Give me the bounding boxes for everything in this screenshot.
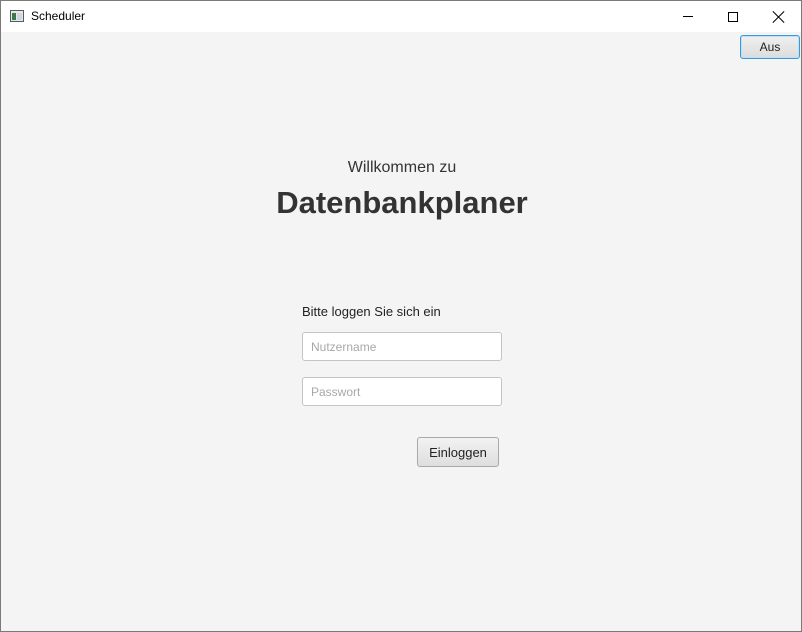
title-bar[interactable]: Scheduler (1, 1, 801, 32)
app-window: Scheduler Aus Willkommen zu Datenbankpla… (0, 0, 802, 632)
maximize-button[interactable] (710, 1, 756, 32)
username-input[interactable] (302, 332, 502, 361)
app-window-icon (10, 10, 24, 22)
minimize-button[interactable] (665, 1, 711, 32)
password-input[interactable] (302, 377, 502, 406)
minimize-icon (683, 16, 693, 17)
close-button[interactable] (756, 1, 802, 32)
login-prompt: Bitte loggen Sie sich ein (302, 304, 441, 319)
logout-button[interactable]: Aus (740, 35, 800, 59)
welcome-text: Willkommen zu (347, 159, 457, 176)
window-title: Scheduler (31, 9, 86, 23)
maximize-icon (728, 11, 738, 22)
close-icon (773, 11, 785, 23)
login-button[interactable]: Einloggen (417, 437, 499, 467)
page-title: Datenbankplaner (276, 185, 528, 220)
